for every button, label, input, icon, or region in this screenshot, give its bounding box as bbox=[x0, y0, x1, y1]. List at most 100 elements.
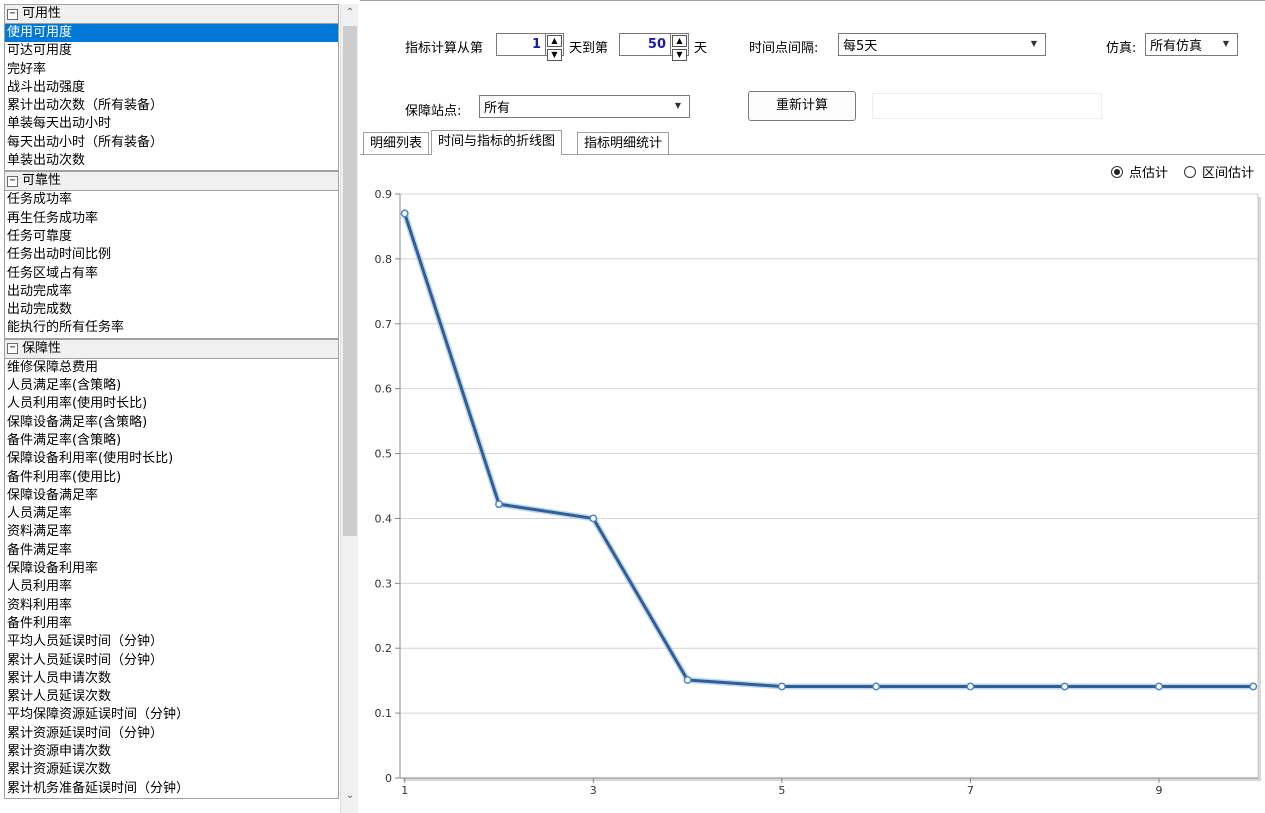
chevron-down-icon[interactable]: ▼ bbox=[1223, 39, 1229, 48]
indicator-item[interactable]: 战斗出动强度 bbox=[5, 79, 338, 97]
indicator-item[interactable]: 资料利用率 bbox=[5, 597, 338, 615]
scroll-up-arrow-icon[interactable]: ⌃ bbox=[341, 4, 359, 22]
end-day-value[interactable]: 50 bbox=[620, 34, 670, 55]
station-label: 保障站点: bbox=[405, 104, 462, 119]
indicator-item[interactable]: 保障设备满足率(含策略) bbox=[5, 414, 338, 432]
status-box bbox=[872, 93, 1102, 119]
scrollbar-thumb[interactable] bbox=[343, 26, 357, 536]
indicator-item[interactable]: 累计资源延误时间（分钟） bbox=[5, 725, 338, 743]
top-divider bbox=[360, 0, 1265, 1]
indicator-item[interactable]: 人员利用率 bbox=[5, 578, 338, 596]
indicator-list-scrollbar[interactable]: ⌃ ⌄ bbox=[340, 4, 358, 813]
indicator-item[interactable]: 累计机务准备延误时间（分钟） bbox=[5, 780, 338, 798]
indicator-item[interactable]: 累计资源延误次数 bbox=[5, 761, 338, 779]
data-point[interactable] bbox=[966, 682, 975, 691]
indicator-item[interactable]: 保障设备利用率 bbox=[5, 560, 338, 578]
start-day-value[interactable]: 1 bbox=[497, 34, 545, 55]
indicator-item[interactable]: 人员满足率(含策略) bbox=[5, 377, 338, 395]
indicator-item[interactable]: 使用可用度 bbox=[5, 24, 338, 43]
group-header[interactable]: − 可靠性 bbox=[5, 172, 338, 192]
group-title: 可靠性 bbox=[22, 173, 62, 189]
data-point[interactable] bbox=[777, 682, 786, 691]
data-point[interactable] bbox=[1155, 682, 1163, 691]
collapse-icon[interactable]: − bbox=[7, 175, 18, 187]
x-tick-label: 7 bbox=[967, 784, 974, 797]
data-point[interactable] bbox=[872, 682, 881, 691]
indicator-item[interactable]: 每天出动小时（所有装备） bbox=[5, 134, 338, 152]
start-day-spinner[interactable]: 1 ▲ ▼ bbox=[496, 33, 564, 61]
indicator-item[interactable]: 备件满足率 bbox=[5, 542, 338, 560]
point-estimate-radio[interactable]: 点估计 bbox=[1111, 162, 1168, 181]
collapse-icon[interactable]: − bbox=[7, 343, 18, 355]
tab-detail-list[interactable]: 明细列表 bbox=[363, 132, 430, 154]
indicator-item[interactable]: 人员利用率(使用时长比) bbox=[5, 395, 338, 413]
indicator-item[interactable]: 累计出动次数（所有装备） bbox=[5, 97, 338, 115]
sim-label: 仿真: bbox=[1106, 41, 1137, 56]
y-tick-label: 0.7 bbox=[375, 318, 393, 331]
indicator-item[interactable]: 人员满足率 bbox=[5, 505, 338, 523]
indicator-item[interactable]: 任务成功率 bbox=[5, 191, 338, 209]
indicator-item[interactable]: 累计资源申请次数 bbox=[5, 743, 338, 761]
indicator-item[interactable]: 维修保障总费用 bbox=[5, 359, 338, 377]
plot-frame bbox=[399, 193, 1259, 779]
end-day-spinner[interactable]: 50 ▲ ▼ bbox=[619, 33, 689, 61]
y-tick-label: 0.4 bbox=[375, 512, 393, 525]
data-point[interactable] bbox=[589, 514, 598, 523]
simulation-select[interactable]: 所有仿真 ▼ bbox=[1145, 33, 1238, 56]
y-tick-label: 0 bbox=[385, 772, 392, 785]
spin-up-icon[interactable]: ▲ bbox=[547, 35, 562, 47]
indicator-item[interactable]: 备件满足率(含策略) bbox=[5, 432, 338, 450]
interval-value: 每5天 bbox=[843, 39, 878, 54]
chevron-down-icon[interactable]: ▼ bbox=[1031, 39, 1037, 48]
spin-down-icon[interactable]: ▼ bbox=[672, 49, 687, 61]
indicator-item[interactable]: 累计人员延误次数 bbox=[5, 688, 338, 706]
indicator-item[interactable]: 累计人员延误时间（分钟） bbox=[5, 652, 338, 670]
indicator-item[interactable]: 备件利用率(使用比) bbox=[5, 469, 338, 487]
chevron-down-icon[interactable]: ▼ bbox=[675, 101, 681, 110]
x-tick-label: 9 bbox=[1156, 784, 1163, 797]
group-title: 可用性 bbox=[22, 6, 62, 21]
indicator-item[interactable]: 出动完成数 bbox=[5, 301, 338, 319]
indicator-item[interactable]: 平均保障资源延误时间（分钟） bbox=[5, 706, 338, 724]
indicator-item[interactable]: 可达可用度 bbox=[5, 42, 338, 60]
spin-up-icon[interactable]: ▲ bbox=[672, 35, 687, 47]
group-header[interactable]: − 保障性 bbox=[5, 339, 338, 359]
data-point[interactable] bbox=[683, 676, 692, 684]
data-point[interactable] bbox=[1060, 682, 1069, 691]
indicator-item[interactable]: 出动完成率 bbox=[5, 283, 338, 301]
indicator-item[interactable]: 备件利用率 bbox=[5, 615, 338, 633]
recalculate-button[interactable]: 重新计算 bbox=[748, 91, 856, 121]
indicator-group: − 保障性 维修保障总费用 人员满足率(含策略) 人员利用率(使用时长比) 保障设备满足率… bbox=[4, 338, 339, 799]
indicator-item[interactable]: 任务区域占有率 bbox=[5, 265, 338, 283]
indicator-item[interactable]: 平均人员延误时间（分钟） bbox=[5, 633, 338, 651]
interval-estimate-radio[interactable]: 区间估计 bbox=[1184, 162, 1254, 181]
indicator-item[interactable]: 任务可靠度 bbox=[5, 228, 338, 246]
indicator-item[interactable]: 资料满足率 bbox=[5, 523, 338, 541]
indicator-item[interactable]: 完好率 bbox=[5, 61, 338, 79]
tab-line-chart[interactable]: 时间与指标的折线图 bbox=[431, 130, 563, 155]
indicator-item[interactable]: 能执行的所有任务率 bbox=[5, 319, 338, 337]
interval-select[interactable]: 每5天 ▼ bbox=[838, 33, 1046, 56]
indicator-item[interactable]: 保障设备利用率(使用时长比) bbox=[5, 450, 338, 468]
y-tick-label: 0.6 bbox=[375, 383, 393, 396]
collapse-icon[interactable]: − bbox=[7, 8, 18, 20]
x-tick-label: 1 bbox=[401, 784, 408, 797]
group-header[interactable]: − 可用性 bbox=[5, 5, 338, 24]
indicator-item[interactable]: 累计人员申请次数 bbox=[5, 670, 338, 688]
spin-down-icon[interactable]: ▼ bbox=[547, 49, 562, 61]
indicator-group: − 可靠性 任务成功率 再生任务成功率 任务可靠度 任务出动时间比例 任务区域占有率 出动完成… bbox=[4, 171, 339, 339]
data-point[interactable] bbox=[495, 500, 503, 509]
radio-selected-icon[interactable] bbox=[1111, 165, 1123, 178]
indicator-item[interactable]: 保障设备满足率 bbox=[5, 487, 338, 505]
data-point[interactable] bbox=[1249, 682, 1258, 691]
x-tick-label: 3 bbox=[590, 784, 597, 797]
indicator-item[interactable]: 任务出动时间比例 bbox=[5, 246, 338, 264]
data-point[interactable] bbox=[400, 209, 409, 218]
radio-unselected-icon[interactable] bbox=[1184, 165, 1196, 178]
indicator-item[interactable]: 单装出动次数 bbox=[5, 152, 338, 170]
scroll-down-arrow-icon[interactable]: ⌄ bbox=[341, 787, 359, 805]
tab-detail-stats[interactable]: 指标明细统计 bbox=[577, 132, 670, 154]
indicator-item[interactable]: 单装每天出动小时 bbox=[5, 115, 338, 133]
indicator-item[interactable]: 再生任务成功率 bbox=[5, 210, 338, 228]
station-select[interactable]: 所有 ▼ bbox=[479, 95, 690, 118]
